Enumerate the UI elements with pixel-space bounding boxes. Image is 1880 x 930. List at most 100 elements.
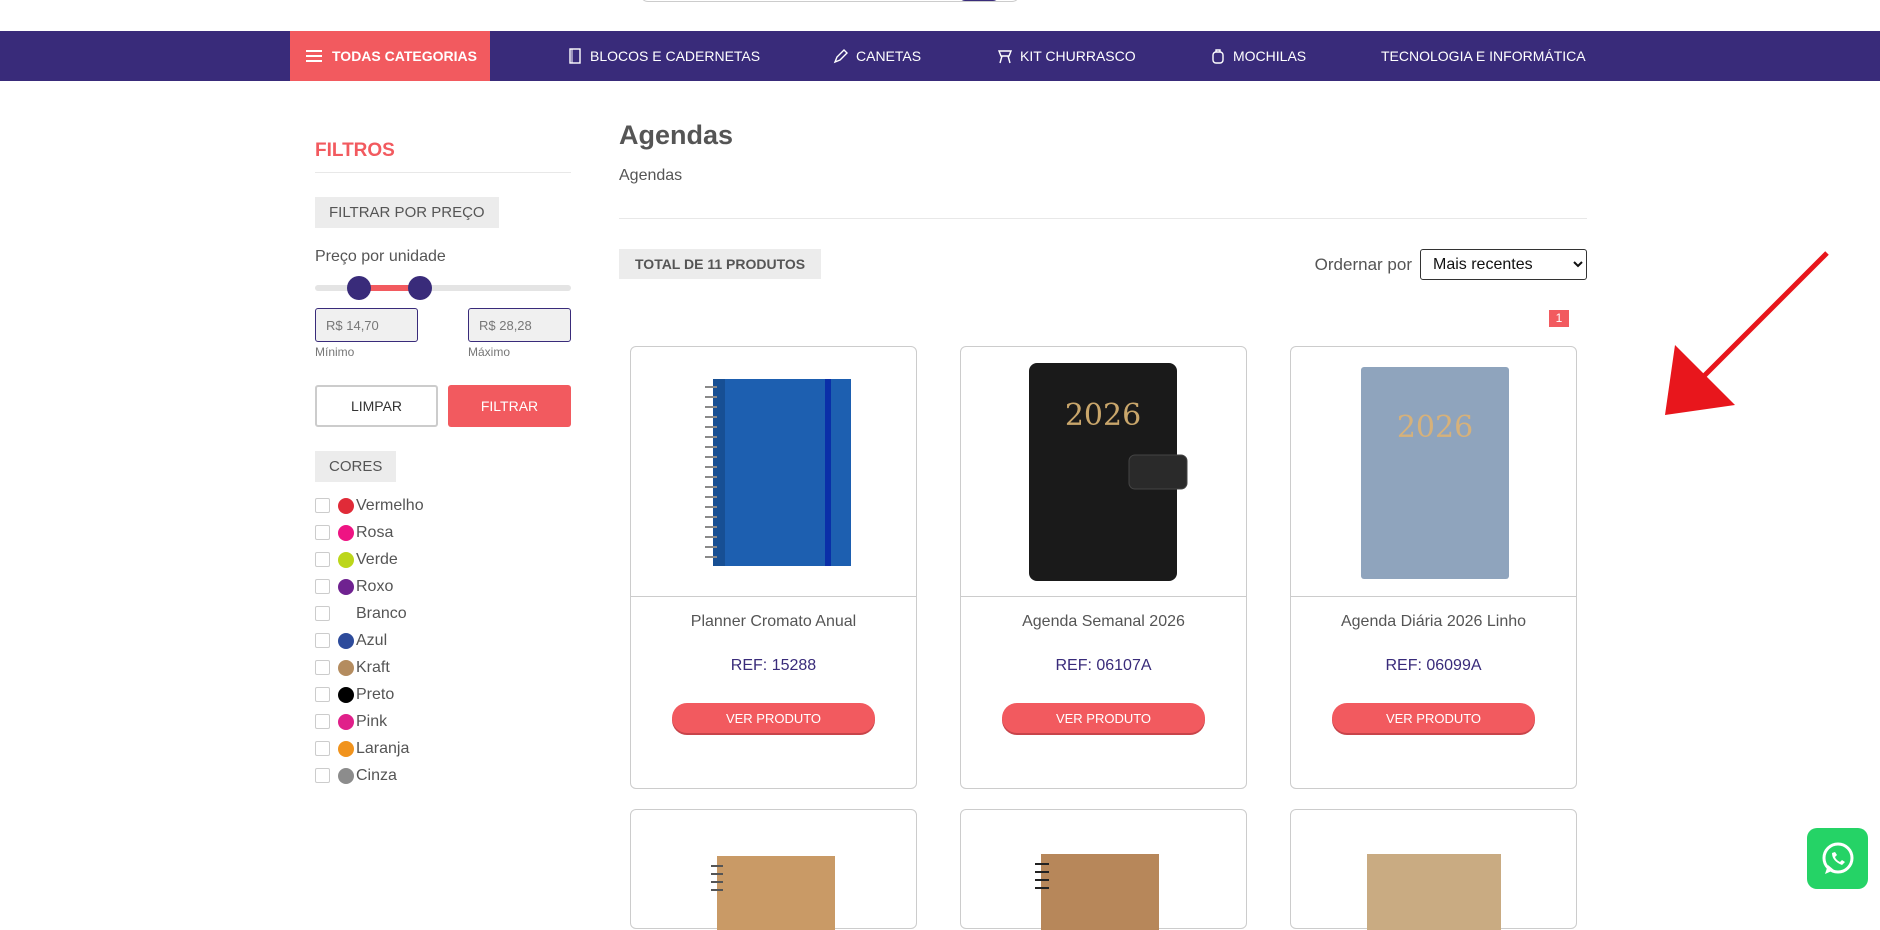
color-option-branco[interactable]: Branco xyxy=(315,600,571,627)
color-option-pink[interactable]: Pink xyxy=(315,708,571,735)
nav-item-label: KIT CHURRASCO xyxy=(1020,48,1136,64)
nav-item-kit-churrasco[interactable]: KIT CHURRASCO xyxy=(996,31,1136,81)
product-card[interactable]: Planner Cromato Anual REF: 15288 VER PRO… xyxy=(630,346,917,789)
menu-icon xyxy=(306,50,322,62)
sort-select[interactable]: Mais recentes xyxy=(1420,249,1587,280)
view-product-button[interactable]: VER PRODUTO xyxy=(672,703,875,733)
product-ref: REF: 15288 xyxy=(730,657,817,674)
color-swatch xyxy=(338,740,354,757)
color-swatch xyxy=(338,605,354,622)
max-price-input[interactable] xyxy=(468,308,571,342)
filters-sidebar: FILTROS FILTRAR POR PREÇO Preço por unid… xyxy=(315,140,571,789)
checkbox[interactable] xyxy=(315,714,330,729)
checkbox[interactable] xyxy=(315,498,330,513)
checkbox[interactable] xyxy=(315,687,330,702)
checkbox[interactable] xyxy=(315,579,330,594)
product-name[interactable]: Agenda Semanal 2026 xyxy=(961,613,1246,657)
product-card[interactable] xyxy=(960,809,1247,930)
color-swatch xyxy=(338,713,354,730)
nav-item-blocos[interactable]: BLOCOS E CADERNETAS xyxy=(566,31,760,81)
color-swatch xyxy=(338,524,354,541)
sort-label: Ordernar por xyxy=(1314,254,1412,274)
search-bar[interactable] xyxy=(640,0,1020,2)
product-listing: Agendas Agendas TOTAL DE 11 PRODUTOS Ord… xyxy=(619,120,1587,930)
checkbox[interactable] xyxy=(315,741,330,756)
product-ref: REF: 06099A xyxy=(1385,657,1482,674)
color-label: Preto xyxy=(356,685,395,703)
product-card[interactable] xyxy=(1290,809,1577,930)
product-name[interactable]: Planner Cromato Anual xyxy=(631,613,916,657)
min-price-label: Mínimo xyxy=(315,345,355,359)
color-option-verde[interactable]: Verde xyxy=(315,546,571,573)
slider-min-handle[interactable] xyxy=(347,276,371,300)
header-top xyxy=(0,0,1880,31)
color-label: Rosa xyxy=(356,523,394,541)
product-image[interactable] xyxy=(631,347,916,597)
product-card[interactable]: 2026 Agenda Semanal 2026 REF: 06107A VER… xyxy=(960,346,1247,789)
color-option-roxo[interactable]: Roxo xyxy=(315,573,571,600)
filters-title: FILTROS xyxy=(315,140,571,173)
cover-text: 2026 xyxy=(1065,398,1141,433)
grill-icon xyxy=(997,50,1013,64)
product-image[interactable] xyxy=(631,810,916,930)
clear-button[interactable]: LIMPAR xyxy=(315,385,438,427)
price-label: Preço por unidade xyxy=(315,248,446,265)
color-option-vermelho[interactable]: Vermelho xyxy=(315,492,571,519)
nav-item-mochilas[interactable]: MOCHILAS xyxy=(1209,31,1306,81)
nav-item-label: MOCHILAS xyxy=(1233,48,1307,64)
red-arrow-annotation xyxy=(1665,251,1829,415)
color-swatch xyxy=(338,551,354,568)
product-image[interactable] xyxy=(961,810,1246,930)
view-product-button[interactable]: VER PRODUTO xyxy=(1332,703,1535,733)
all-categories-label: TODAS CATEGORIAS xyxy=(332,48,477,64)
nav-item-tecnologia[interactable]: TECNOLOGIA E INFORMÁTICA xyxy=(1381,31,1586,81)
color-option-preto[interactable]: Preto xyxy=(315,681,571,708)
page-title: Agendas xyxy=(619,120,734,150)
whatsapp-button[interactable] xyxy=(1807,828,1868,889)
color-swatch xyxy=(338,497,354,514)
min-price-input[interactable] xyxy=(315,308,418,342)
max-price-label: Máximo xyxy=(468,345,511,359)
product-image[interactable]: 2026 xyxy=(961,347,1246,597)
price-filter-tag: FILTRAR POR PREÇO xyxy=(315,197,499,228)
checkbox[interactable] xyxy=(315,606,330,621)
price-slider[interactable] xyxy=(315,272,571,302)
nav-item-label: TECNOLOGIA E INFORMÁTICA xyxy=(1381,48,1586,64)
pen-icon xyxy=(833,49,848,64)
nav-item-canetas[interactable]: CANETAS xyxy=(832,31,921,81)
category-nav: TODAS CATEGORIAS BLOCOS E CADERNETAS CAN… xyxy=(0,31,1880,81)
checkbox[interactable] xyxy=(315,525,330,540)
color-option-azul[interactable]: Azul xyxy=(315,627,571,654)
slider-max-handle[interactable] xyxy=(408,276,432,300)
product-card[interactable]: 2026 Agenda Diária 2026 Linho REF: 06099… xyxy=(1290,346,1577,789)
breadcrumb[interactable]: Agendas xyxy=(619,167,1587,219)
product-card[interactable] xyxy=(630,809,917,930)
product-ref: REF: 06107A xyxy=(1055,657,1152,674)
color-option-laranja[interactable]: Laranja xyxy=(315,735,571,762)
filter-button[interactable]: FILTRAR xyxy=(448,385,571,427)
checkbox[interactable] xyxy=(315,633,330,648)
all-categories-button[interactable]: TODAS CATEGORIAS xyxy=(290,31,490,81)
view-product-button[interactable]: VER PRODUTO xyxy=(1002,703,1205,733)
backpack-icon xyxy=(1212,49,1224,64)
checkbox[interactable] xyxy=(315,768,330,783)
color-option-rosa[interactable]: Rosa xyxy=(315,519,571,546)
color-label: Azul xyxy=(356,631,388,649)
color-option-cinza[interactable]: Cinza xyxy=(315,762,571,789)
color-label: Roxo xyxy=(356,577,394,595)
nav-item-label: BLOCOS E CADERNETAS xyxy=(590,48,761,64)
color-label: Pink xyxy=(356,712,388,730)
search-button[interactable] xyxy=(959,0,999,1)
color-label: Vermelho xyxy=(356,496,424,514)
checkbox[interactable] xyxy=(315,660,330,675)
checkbox[interactable] xyxy=(315,552,330,567)
color-option-kraft[interactable]: Kraft xyxy=(315,654,571,681)
whatsapp-icon xyxy=(1822,842,1853,874)
color-swatch xyxy=(338,686,354,703)
total-products-badge: TOTAL DE 11 PRODUTOS xyxy=(619,249,822,279)
page-number[interactable]: 1 xyxy=(1549,310,1569,327)
product-image[interactable]: 2026 xyxy=(1291,347,1576,597)
product-image[interactable] xyxy=(1291,810,1576,930)
product-name[interactable]: Agenda Diária 2026 Linho xyxy=(1291,613,1576,657)
color-label: Laranja xyxy=(356,739,410,757)
